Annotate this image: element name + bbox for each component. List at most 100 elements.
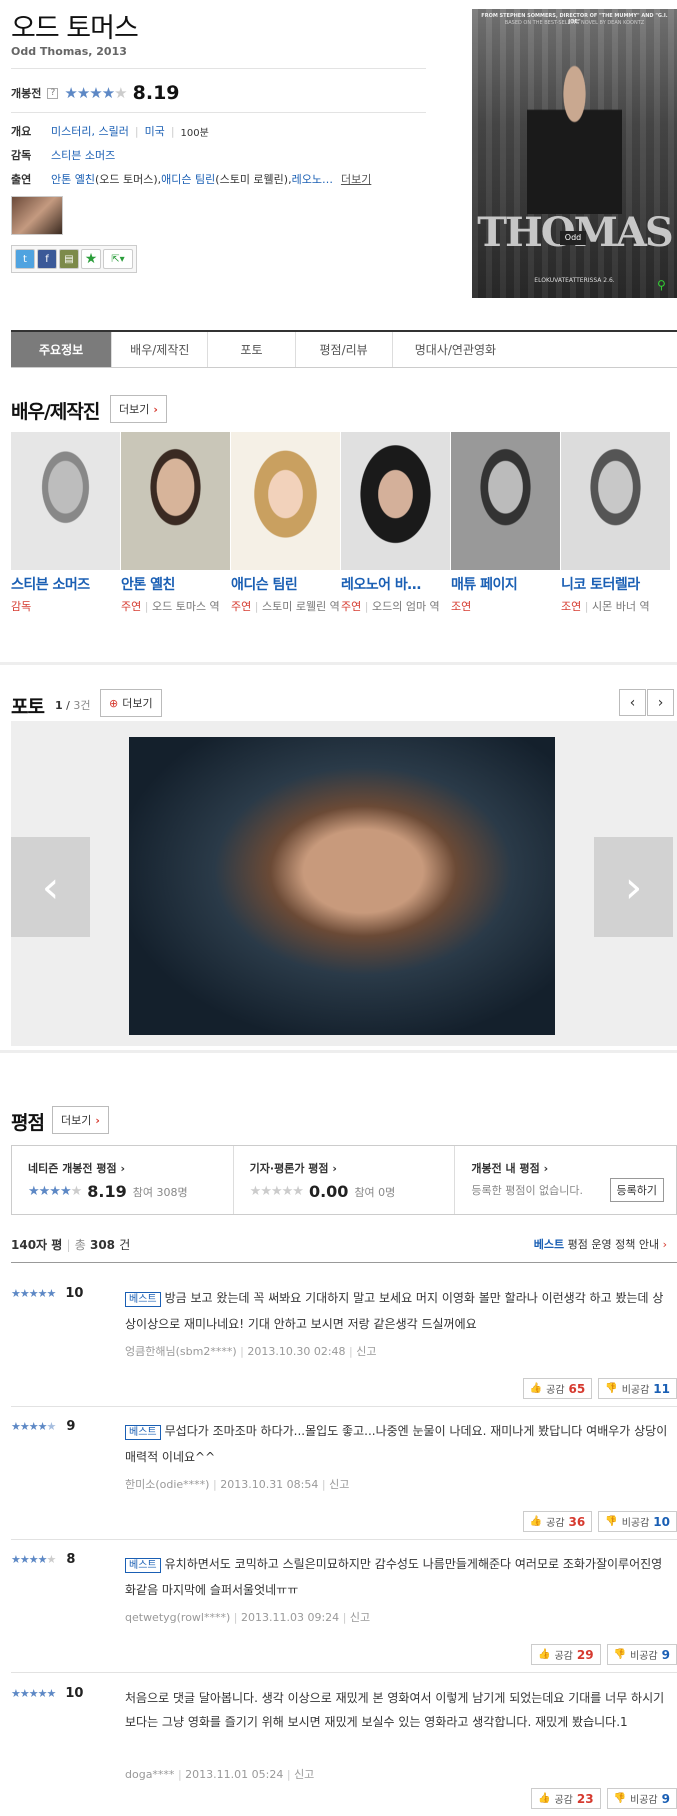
cast-name[interactable]: 레오노어 바… xyxy=(341,574,450,594)
report-link[interactable]: 신고 xyxy=(350,1611,370,1624)
thumbs-up-icon: 👍 xyxy=(529,1516,543,1527)
dislike-button[interactable]: 👎 비공감 9 xyxy=(606,1644,677,1665)
dislike-button[interactable]: 👎 비공감 10 xyxy=(598,1511,677,1532)
cast-name[interactable]: 매튜 페이지 xyxy=(451,574,560,594)
gallery-main-photo[interactable] xyxy=(129,737,555,1035)
thumbs-up-icon: 👍 xyxy=(538,1793,551,1804)
tab-photo[interactable]: 포토 xyxy=(208,332,296,367)
review-user[interactable]: qetwetyg(rowl****) xyxy=(125,1611,230,1624)
rating-stars: ★★★★★ xyxy=(64,84,127,102)
critic-label[interactable]: 기자·평론가 평점 xyxy=(250,1162,329,1175)
review-actions: 👍 공감 36 👎 비공감 10 xyxy=(522,1511,677,1532)
photo-more-label: 더보기 xyxy=(122,697,153,710)
cast-photo[interactable] xyxy=(451,432,560,570)
best-badge: 베스트 xyxy=(125,1425,161,1440)
review-list-label: 140자 평 xyxy=(11,1238,63,1252)
cast-card[interactable]: 레오노어 바… 주연 | 오드의 엄마 역 xyxy=(341,432,450,616)
review-text: 무섭다가 조마조마 하다가...몰입도 좋고...나중엔 눈물이 나데요. 재미… xyxy=(125,1424,668,1464)
rating-more-button[interactable]: 더보기 › xyxy=(52,1106,109,1134)
overview-row: 개요 미스터리, 스릴러 | 미국 | 100분 xyxy=(11,123,209,139)
director-link[interactable]: 스티븐 소머즈 xyxy=(51,147,115,163)
zoom-icon[interactable]: ⚲ xyxy=(657,278,673,294)
cast-card[interactable]: 매튜 페이지 조연 xyxy=(451,432,560,616)
report-link[interactable]: 신고 xyxy=(294,1768,314,1781)
cast-role: 조연 xyxy=(561,600,582,613)
cast-section-title: 배우/제작진 xyxy=(11,401,100,423)
like-button[interactable]: 👍 공감 29 xyxy=(531,1644,601,1665)
cast-more-link[interactable]: 더보기 xyxy=(341,171,371,187)
like-button[interactable]: 👍 공감 36 xyxy=(522,1511,593,1532)
dislike-button[interactable]: 👎 비공감 11 xyxy=(598,1378,677,1399)
rating-label: 개봉전 xyxy=(11,87,42,100)
cast-photo[interactable] xyxy=(11,432,120,570)
report-link[interactable]: 신고 xyxy=(329,1478,349,1491)
cast-name[interactable]: 스티븐 소머즈 xyxy=(11,574,120,594)
cast-photo[interactable] xyxy=(121,432,230,570)
netizen-label[interactable]: 네티즌 개봉전 평점 xyxy=(28,1162,117,1175)
cast-link-3[interactable]: 레오노… xyxy=(292,171,333,187)
gallery-prev-icon[interactable]: ‹ xyxy=(11,837,90,937)
cast-role-2: (스토미 로웰린), xyxy=(215,173,292,186)
tab-reviews[interactable]: 평점/리뷰 xyxy=(296,332,393,367)
cast-label: 출연 xyxy=(11,173,32,186)
photo-more-button[interactable]: ⊕ 더보기 xyxy=(100,689,162,717)
rating-summary: 네티즌 개봉전 평점 › ★★★★★ 8.19 참여 308명 기자·평론가 평… xyxy=(11,1145,677,1215)
help-icon[interactable]: ? xyxy=(47,87,59,99)
cast-photo[interactable] xyxy=(561,432,670,570)
review-date: 2013.11.03 09:24 xyxy=(241,1611,340,1624)
review-item: ★★★★★ 9 베스트 무섭다가 조마조마 하다가...몰입도 좋고...나중엔 눈… xyxy=(11,1419,677,1534)
review-total: 308 xyxy=(89,1238,116,1252)
cast-more-button[interactable]: 더보기 › xyxy=(110,395,167,423)
cast-name[interactable]: 니코 토터렐라 xyxy=(561,574,670,594)
facebook-icon[interactable]: f xyxy=(37,249,57,269)
review-meta: 엉큼한해님(sbm2****) | 2013.10.30 02:48 | 신고 xyxy=(125,1345,377,1358)
tab-quotes[interactable]: 명대사/연관영화 xyxy=(393,332,518,367)
cast-photo[interactable] xyxy=(231,432,340,570)
review-meta: qetwetyg(rowl****) | 2013.11.03 09:24 | … xyxy=(125,1611,371,1624)
review-user[interactable]: 한미소(odie****) xyxy=(125,1478,209,1491)
review-user[interactable]: 엉큼한해님(sbm2****) xyxy=(125,1345,237,1358)
cast-role: 주연 xyxy=(341,600,362,613)
review-body: 베스트 방금 보고 왔는데 꼭 써봐요 기대하지 말고 보세요 머지 이영화 볼만… xyxy=(125,1286,670,1336)
cast-part: 오드 토마스 역 xyxy=(151,600,220,613)
cast-card[interactable]: 니코 토터렐라 조연 | 시몬 바너 역 xyxy=(561,432,670,616)
twitter-icon[interactable]: t xyxy=(15,249,35,269)
country-link[interactable]: 미국 xyxy=(145,123,165,139)
dislike-button[interactable]: 👎 비공감 9 xyxy=(606,1788,677,1809)
cast-role: 감독 xyxy=(11,600,32,613)
report-link[interactable]: 신고 xyxy=(356,1345,376,1358)
cast-name[interactable]: 애디슨 팀린 xyxy=(231,574,340,594)
cast-role-1: (오드 토머스), xyxy=(94,173,162,186)
favorite-star-icon[interactable]: ★ xyxy=(81,249,101,269)
cast-card[interactable]: 안톤 옐친 주연 | 오드 토마스 역 xyxy=(121,432,230,616)
cast-card[interactable]: 스티븐 소머즈 감독 xyxy=(11,432,120,616)
thumbs-down-icon: 👎 xyxy=(605,1516,618,1527)
movie-poster[interactable]: FROM STEPHEN SOMMERS, DIRECTOR OF "THE M… xyxy=(472,9,677,298)
share-more-icon[interactable]: ⇱▾ xyxy=(103,249,133,269)
policy-link[interactable]: 베스트 평점 운영 정책 안내 › xyxy=(534,1236,667,1252)
cast-thumbnail[interactable] xyxy=(11,196,63,235)
like-button[interactable]: 👍 공감 23 xyxy=(531,1788,601,1809)
register-button[interactable]: 등록하기 xyxy=(609,1178,665,1202)
review-item: ★★★★★ 8 베스트 유치하면서도 코믹하고 스릴은미묘하지만 감수성도 나름만들… xyxy=(11,1552,677,1667)
policy-text: 평점 운영 정책 안내 xyxy=(567,1238,660,1251)
cast-photo[interactable] xyxy=(341,432,450,570)
review-item: ★★★★★ 10 처음으로 댓글 달아봅니다. 생각 이상으로 재밌게 본 영화여… xyxy=(11,1686,677,1812)
next-arrow-icon[interactable]: › xyxy=(647,689,674,716)
genre-link[interactable]: 미스터리, 스릴러 xyxy=(51,123,129,139)
my-rating-label[interactable]: 개봉전 내 평점 xyxy=(471,1162,539,1175)
runtime: 100분 xyxy=(180,127,209,139)
netizen-stars: ★★★★★ xyxy=(28,1184,82,1199)
cast-name[interactable]: 안톤 옐친 xyxy=(121,574,230,594)
me2day-icon[interactable]: ▤ xyxy=(59,249,79,269)
like-button[interactable]: 👍 공감 65 xyxy=(522,1378,593,1399)
photo-total: 3건 xyxy=(73,699,91,712)
prev-arrow-icon[interactable]: ‹ xyxy=(619,689,646,716)
cast-card[interactable]: 애디슨 팀린 주연 | 스토미 로웰린 역 xyxy=(231,432,340,616)
tab-main-info[interactable]: 주요정보 xyxy=(11,332,113,367)
gallery-next-icon[interactable]: › xyxy=(594,837,673,937)
tab-cast[interactable]: 배우/제작진 xyxy=(112,332,209,367)
review-user[interactable]: doga**** xyxy=(125,1768,174,1781)
cast-link-2[interactable]: 애디슨 팀린 xyxy=(161,171,215,187)
cast-link-1[interactable]: 안톤 옐친 xyxy=(51,171,95,187)
